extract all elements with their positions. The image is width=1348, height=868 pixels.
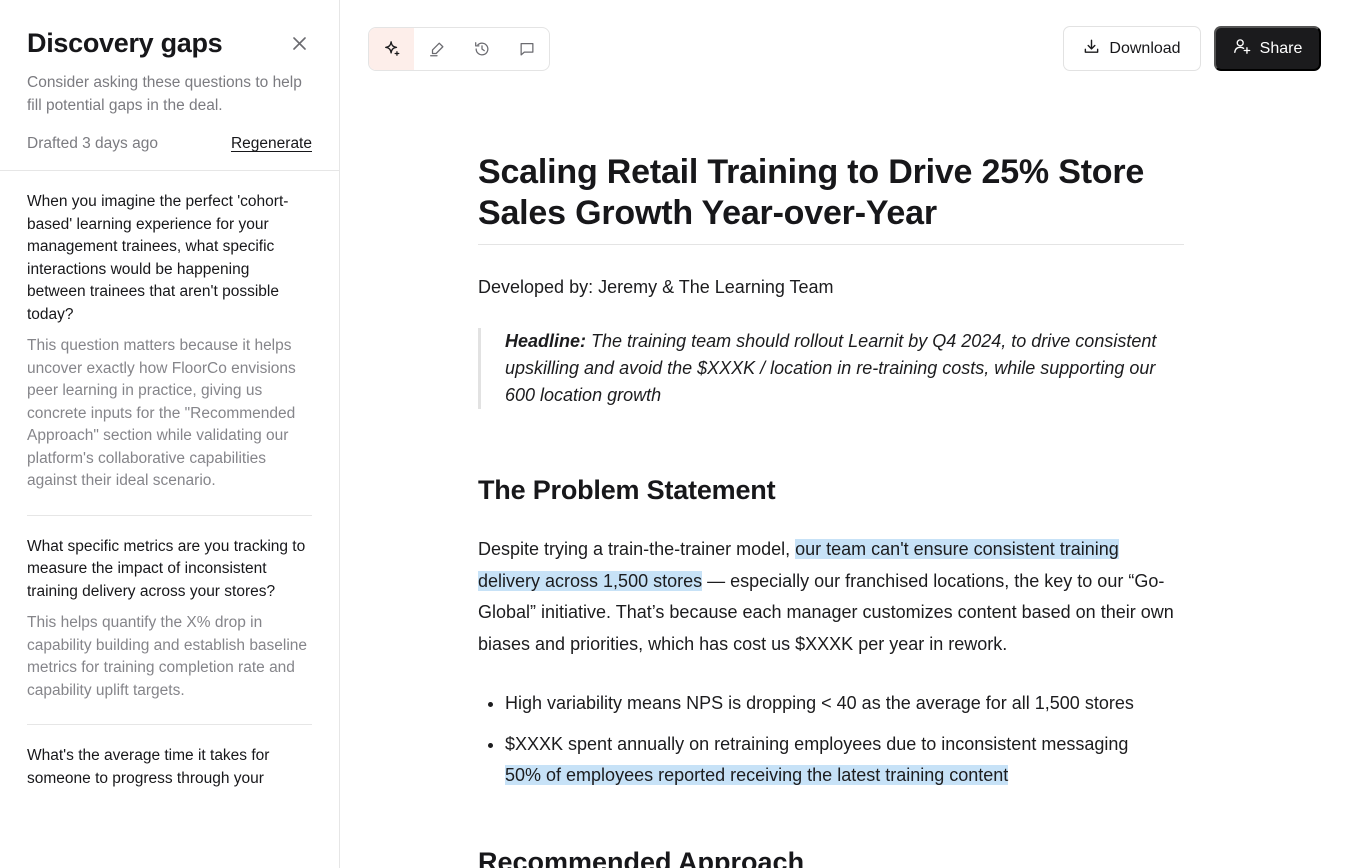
problem-text: Despite trying a train-the-trainer model…: [478, 539, 796, 559]
history-icon[interactable]: [459, 28, 504, 70]
panel-header: Discovery gaps Consider asking these que…: [0, 0, 339, 170]
panel-title: Discovery gaps: [27, 28, 223, 58]
share-label: Share: [1259, 39, 1303, 57]
bullet-text: $XXXK spent annually on retraining emplo…: [505, 734, 1129, 754]
list-item[interactable]: What specific metrics are you tracking t…: [27, 516, 312, 725]
add-user-icon: [1233, 37, 1251, 60]
question-list: When you imagine the perfect 'cohort-bas…: [0, 171, 339, 812]
share-button[interactable]: Share: [1214, 26, 1321, 71]
problem-paragraph[interactable]: Despite trying a train-the-trainer model…: [478, 534, 1184, 660]
download-button[interactable]: Download: [1063, 26, 1201, 71]
section-heading-recommended[interactable]: Recommended Approach: [478, 847, 804, 868]
close-icon[interactable]: [288, 33, 310, 55]
regenerate-link[interactable]: Regenerate: [231, 135, 312, 153]
list-item[interactable]: High variability means NPS is dropping <…: [505, 688, 1184, 719]
download-label: Download: [1109, 39, 1181, 57]
list-item[interactable]: What's the average time it takes for som…: [27, 725, 312, 812]
headline-text: The training team should rollout Learnit…: [505, 331, 1157, 405]
question-text: What's the average time it takes for som…: [27, 747, 270, 787]
headline-label: Headline:: [505, 331, 587, 351]
problem-bullets: High variability means NPS is dropping <…: [478, 688, 1184, 791]
panel-title-row: Discovery gaps: [27, 28, 312, 59]
panel-description: Consider asking these questions to help …: [27, 74, 302, 114]
section-heading-problem[interactable]: The Problem Statement: [478, 475, 1184, 506]
highlighter-icon[interactable]: [414, 28, 459, 70]
question-text: What specific metrics are you tracking t…: [27, 537, 306, 600]
list-item[interactable]: $XXXK spent annually on retraining emplo…: [505, 729, 1184, 791]
question-rationale: This helps quantify the X% drop in capab…: [27, 614, 308, 699]
question-text: When you imagine the perfect 'cohort-bas…: [27, 193, 289, 323]
document-title[interactable]: Scaling Retail Training to Drive 25% Sto…: [478, 152, 1184, 245]
highlighted-text[interactable]: 50% of employees reported receiving the …: [505, 765, 1009, 785]
list-item[interactable]: When you imagine the perfect 'cohort-bas…: [27, 171, 312, 516]
sparkle-icon[interactable]: [369, 28, 414, 70]
comment-icon[interactable]: [504, 28, 549, 70]
editor-toolbar: [368, 27, 550, 71]
download-icon: [1083, 38, 1100, 60]
question-rationale: This question matters because it helps u…: [27, 337, 296, 489]
discovery-gaps-panel: Discovery gaps Consider asking these que…: [0, 0, 340, 868]
drafted-timestamp: Drafted 3 days ago: [27, 135, 158, 152]
headline-quote[interactable]: Headline: The training team should rollo…: [478, 328, 1178, 409]
developed-by[interactable]: Developed by: Jeremy & The Learning Team: [478, 277, 1184, 298]
panel-meta: Drafted 3 days ago Regenerate: [27, 135, 312, 170]
document-body: Scaling Retail Training to Drive 25% Sto…: [478, 152, 1184, 868]
